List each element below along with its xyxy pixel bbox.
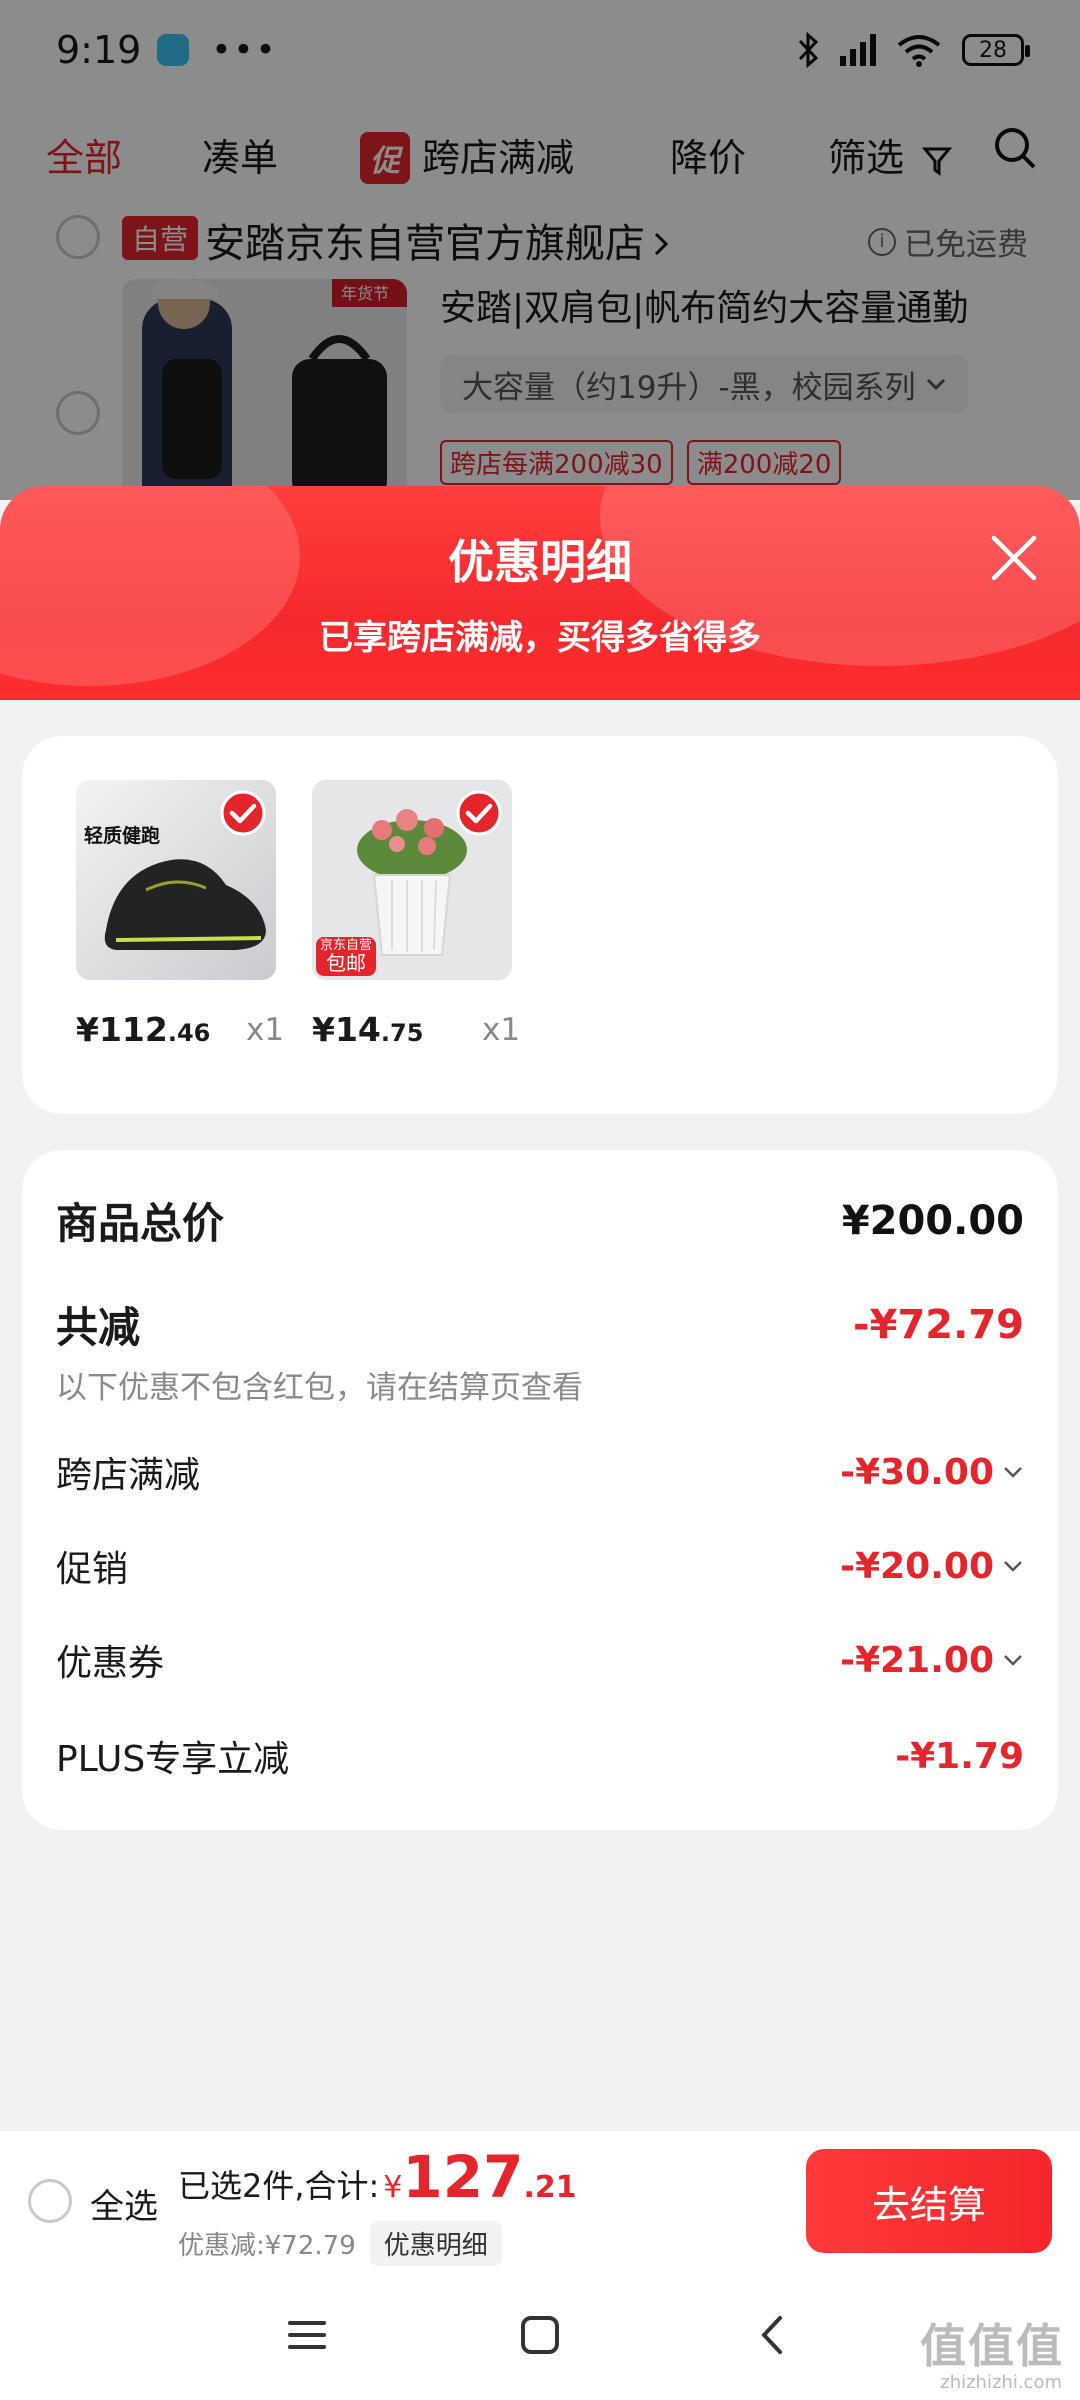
discount-line-amount: -¥30.00 <box>840 1452 1024 1493</box>
item-price: ¥112.46 <box>76 1010 210 1049</box>
selected-count-text: 已选2件,合计: <box>178 2167 380 2205</box>
discount-line-value: -¥1.79 <box>895 1735 1024 1777</box>
modal-dim-overlay[interactable] <box>0 0 1080 500</box>
discount-line-label: 优惠券 <box>56 1643 165 1684</box>
discount-line-cross-store[interactable]: 跨店满减 -¥30.00 <box>56 1446 1024 1498</box>
discount-detail-button[interactable]: 优惠明细 <box>369 2221 502 2266</box>
checkmark-icon <box>220 790 266 836</box>
sheet-body: 轻质健跑 ¥112.46 x1 京东自营 包邮 ¥14.75 x1 商品总价 ¥… <box>0 700 1080 2130</box>
item-price: ¥14.75 <box>312 1010 423 1049</box>
discount-detail-card: 商品总价 ¥200.00 共减 -¥72.79 以下优惠不包含红包，请在结算页查… <box>22 1150 1058 1830</box>
free-shipping-label: 包邮 <box>326 951 366 975</box>
discount-line-amount: -¥21.00 <box>840 1640 1024 1681</box>
saved-amount-text: 优惠减:¥72.79 <box>178 2231 356 2261</box>
item-price-dec: .75 <box>380 1019 424 1047</box>
system-navigation-bar <box>0 2270 1080 2400</box>
selected-item[interactable]: 轻质健跑 ¥112.46 x1 <box>76 780 316 1049</box>
total-summary: 已选2件,合计: ¥ 127 .21 <box>178 2143 577 2211</box>
total-price-row: 商品总价 ¥200.00 <box>56 1190 1024 1251</box>
total-price-label: 商品总价 <box>56 1199 225 1248</box>
sheet-header: 优惠明细 已享跨店满减，买得多省得多 <box>0 486 1080 706</box>
discount-line-value: -¥20.00 <box>840 1545 994 1587</box>
saved-summary: 优惠减:¥72.79 优惠明细 <box>178 2221 502 2266</box>
select-all-radio[interactable] <box>28 2179 72 2223</box>
watermark-url: zhizhizhi.com <box>940 2372 1062 2393</box>
total-currency: ¥ <box>383 2170 403 2205</box>
item-price-int: ¥14 <box>312 1010 381 1049</box>
total-discount-value: -¥72.79 <box>853 1301 1024 1348</box>
discount-line-coupon[interactable]: 优惠券 -¥21.00 <box>56 1634 1024 1686</box>
item-quantity: x1 <box>482 1012 521 1048</box>
total-amount-int: 127 <box>402 2143 524 2211</box>
back-icon[interactable] <box>748 2310 798 2360</box>
item-image-shoe: 轻质健跑 <box>76 780 276 980</box>
selected-item[interactable]: 京东自营 包邮 ¥14.75 x1 <box>312 780 552 1049</box>
discount-line-value: -¥21.00 <box>840 1639 994 1681</box>
item-image-plant: 京东自营 包邮 <box>312 780 512 980</box>
free-shipping-tag: 京东自营 包邮 <box>316 937 377 976</box>
item-price-dec: .46 <box>167 1019 211 1047</box>
chevron-down-icon <box>1004 1467 1022 1478</box>
select-all-label[interactable]: 全选 <box>90 2179 158 2228</box>
discount-line-amount: -¥20.00 <box>840 1546 1024 1587</box>
discount-line-label: PLUS专享立减 <box>56 1739 290 1780</box>
chevron-down-icon <box>1004 1561 1022 1572</box>
watermark: 值值值 <box>920 2319 1064 2373</box>
total-amount-dec: .21 <box>523 2170 577 2205</box>
discount-line-value: -¥30.00 <box>840 1451 994 1493</box>
checkout-button[interactable]: 去结算 <box>806 2149 1052 2253</box>
item-price-int: ¥112 <box>76 1010 168 1049</box>
discount-line-label: 促销 <box>56 1549 129 1590</box>
checkout-bar: 全选 已选2件,合计: ¥ 127 .21 优惠减:¥72.79 优惠明细 去结… <box>0 2130 1080 2270</box>
total-discount-row: 共减 -¥72.79 <box>56 1294 1024 1355</box>
item-quantity: x1 <box>246 1012 285 1048</box>
shoe-image-text: 轻质健跑 <box>84 824 160 847</box>
discount-note: 以下优惠不包含红包，请在结算页查看 <box>56 1370 583 1406</box>
discount-line-promotion[interactable]: 促销 -¥20.00 <box>56 1540 1024 1592</box>
sheet-subtitle: 已享跨店满减，买得多省得多 <box>319 618 761 658</box>
close-icon[interactable] <box>986 530 1042 586</box>
total-price-value: ¥200.00 <box>841 1197 1024 1244</box>
menu-icon[interactable] <box>282 2310 332 2360</box>
selected-items-card: 轻质健跑 ¥112.46 x1 京东自营 包邮 ¥14.75 x1 <box>22 736 1058 1114</box>
discount-line-plus: PLUS专享立减 -¥1.79 <box>56 1730 1024 1782</box>
sheet-title: 优惠明细 <box>448 535 632 589</box>
total-discount-label: 共减 <box>56 1303 141 1352</box>
checkmark-icon <box>456 790 502 836</box>
chevron-down-icon <box>1004 1655 1022 1666</box>
discount-line-label: 跨店满减 <box>56 1455 201 1496</box>
home-icon[interactable] <box>515 2310 565 2360</box>
